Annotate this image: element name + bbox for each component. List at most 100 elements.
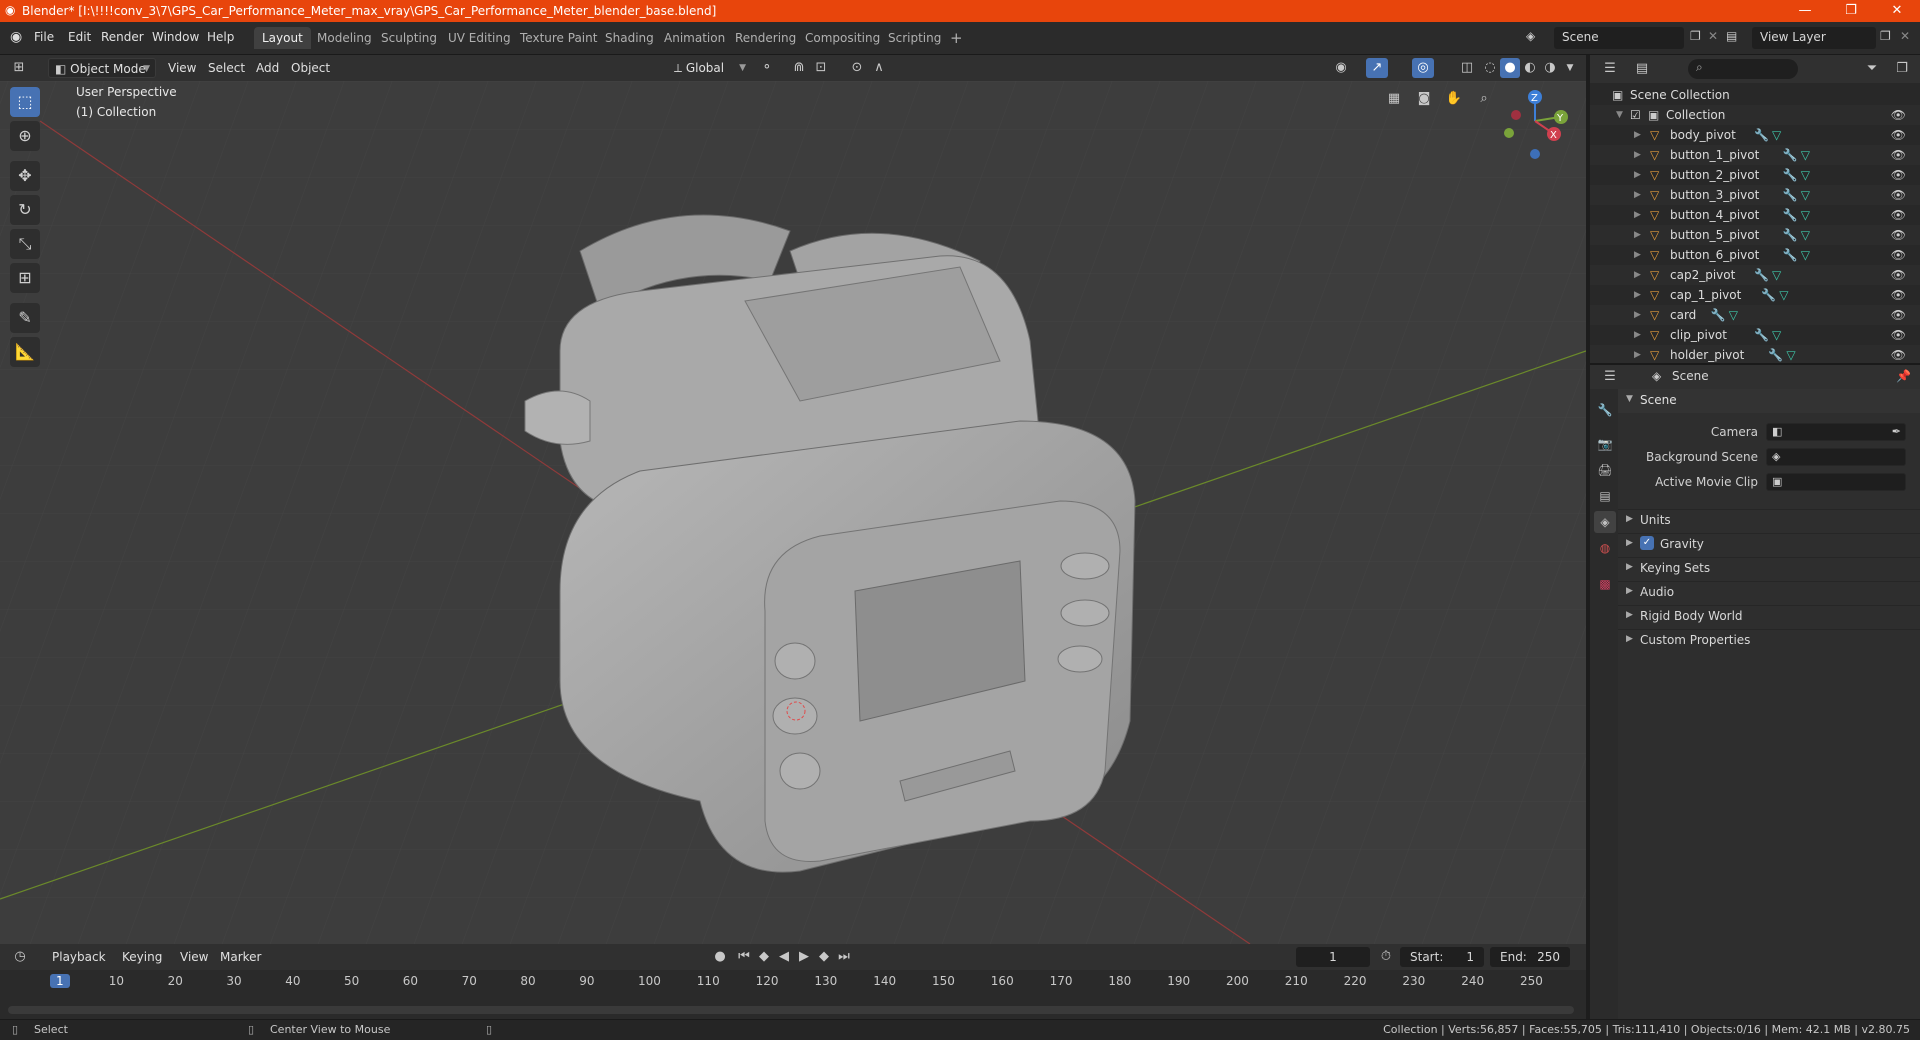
menu-help[interactable]: Help	[207, 30, 234, 44]
pan-hand-icon[interactable]: ✋	[1442, 89, 1466, 109]
record-icon[interactable]: ●	[710, 947, 730, 967]
tab-modeling[interactable]: Modeling	[309, 27, 380, 49]
minimize-button[interactable]: —	[1782, 0, 1828, 22]
delete-scene-icon[interactable]: ✕	[1708, 29, 1718, 43]
tab-scene[interactable]: ◈	[1594, 511, 1616, 533]
outliner-search-input[interactable]: ⌕	[1688, 59, 1798, 79]
tab-rendering[interactable]: Rendering	[727, 27, 804, 49]
checkbox-icon[interactable]: ☑	[1630, 105, 1641, 125]
new-collection-icon[interactable]: ❐	[1890, 59, 1914, 79]
properties-section-header[interactable]: ▶ Audio	[1618, 581, 1920, 603]
modifier-icon[interactable]: 🔧	[1783, 145, 1798, 165]
eye-icon[interactable]: 👁	[1891, 265, 1906, 285]
modifier-icon[interactable]: 🔧	[1754, 265, 1769, 285]
modifier-icon[interactable]: 🔧	[1783, 205, 1798, 225]
gizmo-toggle-icon[interactable]: ↗	[1366, 58, 1388, 78]
timeline-area[interactable]: 1 10 20 30 40 50 60 70 80 90 100 110 120 130 140 150 160…	[0, 970, 1586, 1019]
tab-layout[interactable]: Layout	[254, 27, 311, 49]
mesh-data-icon[interactable]: ▽	[1801, 185, 1810, 205]
3d-viewport[interactable]: Z Y X User Perspective (1) Collection ⬚ …	[0, 81, 1586, 944]
new-scene-icon[interactable]: ❐	[1690, 29, 1701, 43]
menu-file[interactable]: File	[34, 30, 54, 44]
visibility-icon[interactable]: ◉	[1330, 58, 1352, 78]
outliner-editor-type-icon[interactable]: ☰	[1598, 59, 1622, 79]
end-frame-field[interactable]: End: 250	[1490, 947, 1570, 967]
object-mode-dropdown[interactable]: ◧ Object Mode ▼	[48, 58, 156, 78]
annotate-tool[interactable]: ✎	[10, 303, 40, 333]
delete-view-layer-icon[interactable]: ✕	[1900, 29, 1910, 43]
modifier-icon[interactable]: 🔧	[1783, 185, 1798, 205]
expand-icon[interactable]: ▶	[1634, 325, 1641, 345]
tab-view-layer[interactable]: ▤	[1594, 485, 1616, 507]
menu-keying[interactable]: Keying	[116, 947, 168, 967]
mesh-data-icon[interactable]: ▽	[1772, 265, 1781, 285]
eye-icon[interactable]: 👁	[1891, 285, 1906, 305]
camera-view-icon[interactable]: ◙	[1412, 89, 1436, 109]
modifier-icon[interactable]: 🔧	[1783, 225, 1798, 245]
pin-icon[interactable]: 📌	[1896, 369, 1911, 383]
eye-icon[interactable]: 👁	[1891, 225, 1906, 245]
transform-orientation-dropdown[interactable]: ⟂ Global ▼	[668, 58, 750, 78]
mesh-data-icon[interactable]: ▽	[1801, 165, 1810, 185]
rendered-shading-icon[interactable]: ◑	[1540, 58, 1560, 78]
zoom-icon[interactable]: ⌕	[1472, 89, 1496, 109]
menu-window[interactable]: Window	[152, 30, 199, 44]
timeline-editor-type-icon[interactable]: ◷	[8, 947, 32, 967]
start-frame-field[interactable]: Start: 1	[1400, 947, 1484, 967]
tab-uv-editing[interactable]: UV Editing	[440, 27, 519, 49]
expand-icon[interactable]: ▶	[1634, 345, 1641, 363]
outliner-item[interactable]: ▶ ▽ button_5_pivot 🔧 ▽ 👁	[1590, 225, 1920, 245]
mesh-data-icon[interactable]: ▽	[1801, 245, 1810, 265]
properties-section-header[interactable]: ▶ Keying Sets	[1618, 557, 1920, 579]
outliner-item[interactable]: ▶ ▽ cap_1_pivot 🔧 ▽ 👁	[1590, 285, 1920, 305]
outliner-item[interactable]: ▶ ▽ clip_pivot 🔧 ▽ 👁	[1590, 325, 1920, 345]
mesh-data-icon[interactable]: ▽	[1786, 345, 1795, 363]
tab-world[interactable]: ◍	[1594, 537, 1616, 559]
overlays-toggle-icon[interactable]: ◎	[1412, 58, 1434, 78]
close-button[interactable]: ✕	[1874, 0, 1920, 22]
scene-selector-icon[interactable]: ◈	[1526, 29, 1535, 43]
tab-scripting[interactable]: Scripting	[880, 27, 949, 49]
shading-options-icon[interactable]: ▼	[1560, 58, 1580, 78]
filter-icon[interactable]: ⏷	[1860, 59, 1884, 79]
tab-shading[interactable]: Shading	[597, 27, 662, 49]
outliner-item[interactable]: ▶ ▽ card 🔧 ▽ 👁	[1590, 305, 1920, 325]
jump-start-icon[interactable]: ⏮	[734, 947, 754, 967]
falloff-icon[interactable]: ∧	[868, 58, 890, 78]
outliner-item[interactable]: ▶ ▽ button_6_pivot 🔧 ▽ 👁	[1590, 245, 1920, 265]
jump-end-icon[interactable]: ⏭	[834, 947, 854, 967]
modifier-icon[interactable]: 🔧	[1754, 125, 1769, 145]
outliner-collection[interactable]: ▼ ☑ ▣ Collection 👁	[1590, 105, 1920, 125]
field-input[interactable]: ◧ ✒	[1766, 423, 1906, 441]
expand-icon[interactable]: ▶	[1634, 245, 1641, 265]
wireframe-shading-icon[interactable]: ◌	[1480, 58, 1500, 78]
timeline-scrollbar[interactable]	[8, 1006, 1574, 1014]
add-workspace-button[interactable]: +	[942, 27, 971, 49]
move-tool[interactable]: ✥	[10, 161, 40, 191]
properties-section-header[interactable]: ▶ Units	[1618, 509, 1920, 531]
maximize-button[interactable]: ❐	[1828, 0, 1874, 22]
properties-section-header[interactable]: ▶ Rigid Body World	[1618, 605, 1920, 627]
stopwatch-icon[interactable]: ⏱	[1376, 947, 1396, 967]
blender-menu-icon[interactable]: ◉	[10, 29, 22, 45]
tab-render[interactable]: 📷	[1594, 433, 1616, 455]
outliner-scene-collection[interactable]: ▣ Scene Collection	[1590, 85, 1920, 105]
view-layer-field[interactable]: View Layer	[1752, 27, 1876, 49]
outliner-item[interactable]: ▶ ▽ button_1_pivot 🔧 ▽ 👁	[1590, 145, 1920, 165]
tab-compositing[interactable]: Compositing	[797, 27, 888, 49]
prev-keyframe-icon[interactable]: ◆	[754, 947, 774, 967]
measure-tool[interactable]: 📐	[10, 337, 40, 367]
expand-icon[interactable]: ▶	[1634, 165, 1641, 185]
expand-icon[interactable]: ▶	[1634, 265, 1641, 285]
field-input[interactable]: ▣	[1766, 473, 1906, 491]
properties-editor-type-icon[interactable]: ☰	[1598, 367, 1622, 387]
mesh-data-icon[interactable]: ▽	[1772, 325, 1781, 345]
expand-icon[interactable]: ▶	[1634, 285, 1641, 305]
new-view-layer-icon[interactable]: ❐	[1880, 29, 1891, 43]
material-shading-icon[interactable]: ◐	[1520, 58, 1540, 78]
toggle-camera-grid-icon[interactable]: ▦	[1382, 89, 1406, 109]
scene-panel-header[interactable]: ▼ Scene	[1618, 389, 1920, 413]
next-keyframe-icon[interactable]: ◆	[814, 947, 834, 967]
current-frame-field[interactable]: 1	[1296, 947, 1370, 967]
transform-tool[interactable]: ⊞	[10, 263, 40, 293]
